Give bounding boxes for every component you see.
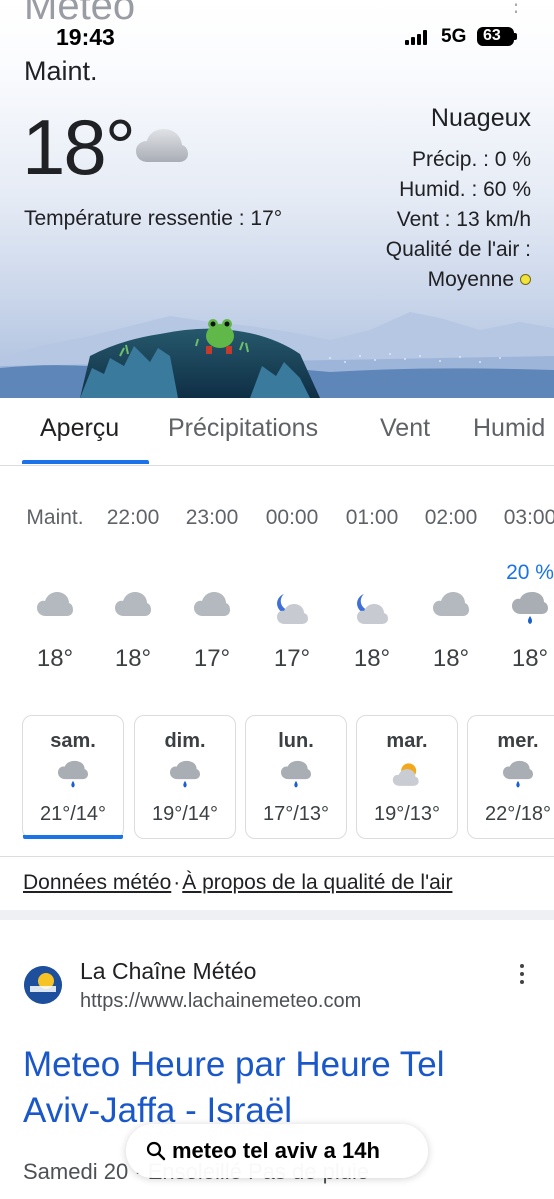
day-temps: 19°/13° <box>373 803 441 825</box>
day-name: mer. <box>497 730 539 752</box>
weather-stats: Précip. : 0 % Humid. : 60 % Vent : 13 km… <box>386 145 531 295</box>
day-card-mer[interactable]: mer. 22°/18° <box>467 715 554 839</box>
moon-cloud-icon <box>332 592 412 632</box>
cloud-icon <box>411 592 491 632</box>
rain-cloud-icon <box>490 592 554 632</box>
day-name: mar. <box>386 730 428 752</box>
day-card-dim[interactable]: dim. 19°/14° <box>134 715 236 839</box>
hour-precip: 20 % <box>506 561 554 584</box>
search-icon <box>146 1141 166 1161</box>
hour-time: 03:00 <box>503 506 554 529</box>
floating-search-bar[interactable]: meteo tel aviv a 14h <box>126 1124 428 1178</box>
network-type: 5G <box>441 26 467 47</box>
result-more-icon[interactable] <box>515 962 529 986</box>
hour-time: 01:00 <box>345 506 399 529</box>
precip-stat: Précip. : 0 % <box>411 148 531 171</box>
air-quality-link[interactable]: À propos de la qualité de l'air <box>182 871 452 894</box>
day-temps: 21°/14° <box>39 803 107 825</box>
rain-cloud-icon <box>23 760 123 790</box>
day-card-mar[interactable]: mar. 19°/13° <box>356 715 458 839</box>
sun-cloud-icon <box>357 760 457 790</box>
air-quality-label: Qualité de l'air : <box>385 238 531 261</box>
landscape-illustration <box>0 312 554 398</box>
divider <box>0 856 554 857</box>
battery-level: 63 <box>483 27 501 44</box>
more-options-icon[interactable]: ⋮ <box>506 0 526 17</box>
tab-apercu[interactable]: Aperçu <box>40 414 119 443</box>
condition-text: Nuageux <box>430 104 531 132</box>
current-label: Maint. <box>24 56 98 86</box>
hour-temp: 17° <box>273 645 311 672</box>
cloud-icon <box>93 592 173 632</box>
cloud-icon <box>136 128 188 169</box>
footer-links: Données météo·À propos de la qualité de … <box>23 871 452 895</box>
day-name: dim. <box>164 730 206 752</box>
active-tab-indicator <box>22 460 149 464</box>
result-url[interactable]: https://www.lachainemeteo.com <box>80 990 361 1013</box>
feels-like: Température ressentie : 17° <box>24 207 283 230</box>
hour-time: 02:00 <box>424 506 478 529</box>
result-site-name[interactable]: La Chaîne Météo <box>80 958 256 985</box>
section-separator <box>0 910 554 920</box>
weather-tabs: Aperçu Précipitations Vent Humid <box>0 398 554 466</box>
hour-temp: 18° <box>36 645 74 672</box>
current-temperature: 18° <box>22 103 136 191</box>
signal-icon <box>405 30 429 45</box>
day-temps: 19°/14° <box>151 803 219 825</box>
hour-temp: 18° <box>511 645 549 672</box>
day-card-sam[interactable]: sam. 21°/14° <box>22 715 124 839</box>
hour-temp: 18° <box>353 645 391 672</box>
air-quality-value: Moyenne <box>427 268 514 291</box>
result-title-link[interactable]: Meteo Heure par Heure Tel Aviv-Jaffa - I… <box>23 1042 523 1134</box>
hour-time: 00:00 <box>265 506 319 529</box>
wind-stat: Vent : 13 km/h <box>396 208 531 231</box>
day-card-lun[interactable]: lun. 17°/13° <box>245 715 347 839</box>
hour-time: 23:00 <box>185 506 239 529</box>
hour-temp: 18° <box>432 645 470 672</box>
cloud-icon <box>15 592 95 632</box>
rain-cloud-icon <box>246 760 346 790</box>
hour-time: 22:00 <box>106 506 160 529</box>
battery-icon: 63 <box>477 27 517 46</box>
weather-data-link[interactable]: Données météo <box>23 871 171 894</box>
site-favicon-icon[interactable] <box>24 966 62 1004</box>
tab-precipitations[interactable]: Précipitations <box>168 414 318 443</box>
air-quality-dot-icon <box>520 274 531 285</box>
rain-cloud-icon <box>468 760 554 790</box>
weather-hero: Meteo ⋮ 19:43 5G 63 Maint. 18° Températu… <box>0 0 554 398</box>
tab-humidite[interactable]: Humid <box>473 414 545 443</box>
day-temps: 22°/18° <box>484 803 552 825</box>
cloud-icon <box>172 592 252 632</box>
tab-vent[interactable]: Vent <box>380 414 430 443</box>
moon-cloud-icon <box>252 592 332 632</box>
selected-day-indicator <box>23 835 123 839</box>
link-separator: · <box>173 871 181 894</box>
day-name: lun. <box>278 730 314 752</box>
hour-temp: 17° <box>193 645 231 672</box>
air-quality-row: Moyenne <box>386 265 531 295</box>
day-temps: 17°/13° <box>262 803 330 825</box>
rain-cloud-icon <box>135 760 235 790</box>
hour-time: Maint. <box>26 506 84 529</box>
status-time: 19:43 <box>56 24 115 50</box>
humidity-stat: Humid. : 60 % <box>399 178 531 201</box>
search-query: meteo tel aviv a 14h <box>172 1138 380 1163</box>
hour-temp: 18° <box>114 645 152 672</box>
day-name: sam. <box>50 730 96 752</box>
